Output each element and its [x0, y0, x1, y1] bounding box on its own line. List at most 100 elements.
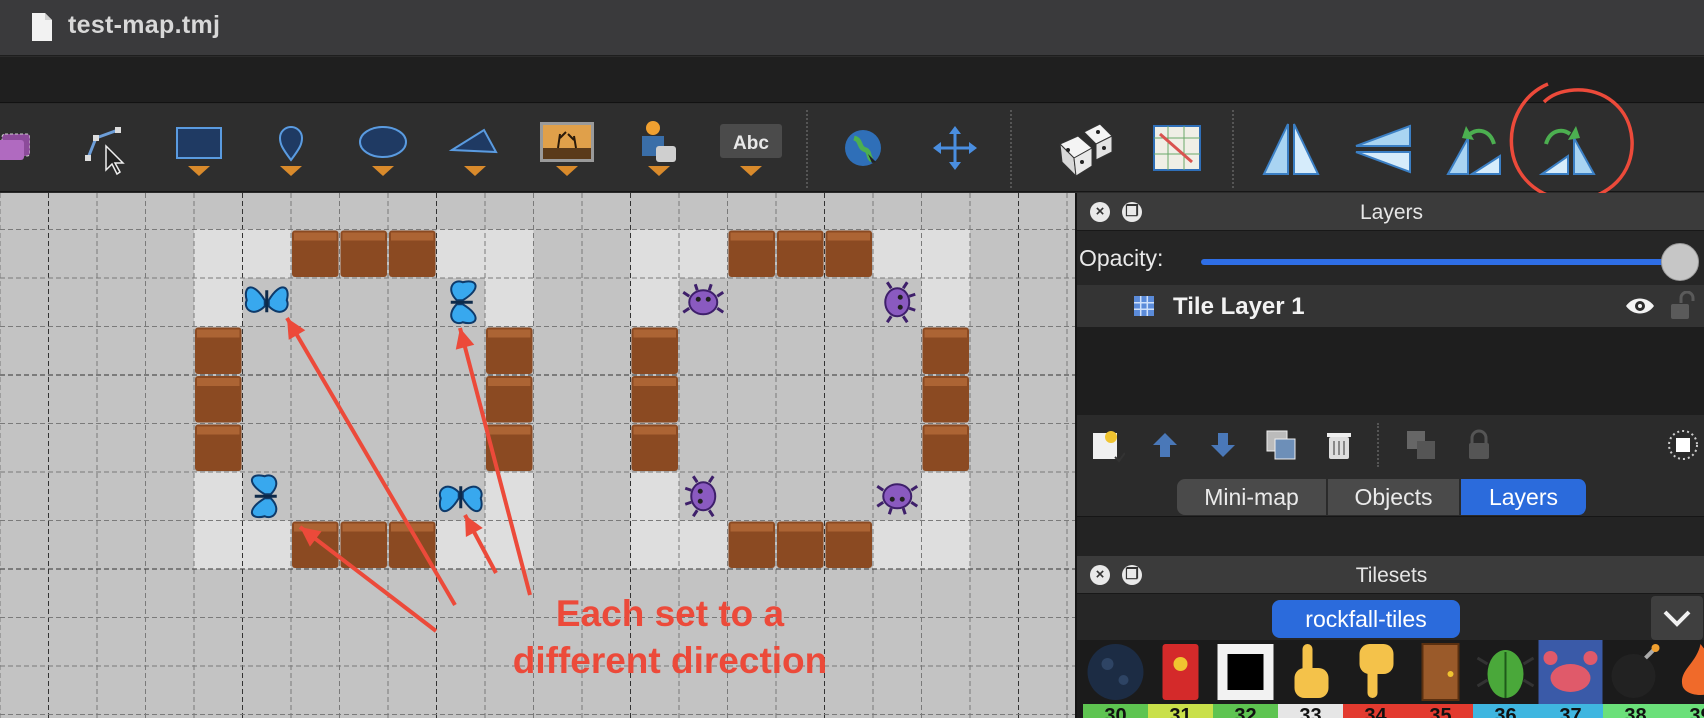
- world-tool[interactable]: [832, 118, 894, 180]
- tile-item[interactable]: 31: [1148, 640, 1213, 718]
- tile-item[interactable]: 38: [1603, 640, 1668, 718]
- insert-point-tool[interactable]: [260, 118, 322, 180]
- lower-layer-icon[interactable]: [1205, 427, 1241, 463]
- raise-layer-icon[interactable]: [1147, 427, 1183, 463]
- tile-id-label: 39: [1668, 704, 1704, 718]
- tab-objects[interactable]: Objects: [1328, 479, 1460, 515]
- beetle-tile-icon: [1476, 650, 1535, 698]
- tile-id-label: 35: [1408, 704, 1473, 718]
- floor-tile: [194, 472, 243, 521]
- crab-tile-icon: [1538, 640, 1603, 704]
- layer-row[interactable]: Tile Layer 1: [1077, 285, 1704, 327]
- insert-text-tool[interactable]: Abc: [720, 118, 782, 180]
- tile-id-label: 33: [1278, 704, 1343, 718]
- monster-sprite: [682, 283, 725, 316]
- pointing-down-hand-tile-icon: [1359, 644, 1394, 698]
- floor-tile: [630, 520, 679, 569]
- tile-item[interactable]: 34: [1343, 640, 1408, 718]
- tile-item[interactable]: 36: [1473, 640, 1538, 718]
- new-layer-icon[interactable]: [1089, 427, 1125, 463]
- insert-polygon-tool[interactable]: [444, 118, 506, 180]
- floor-tile: [921, 520, 970, 569]
- title-bar: test-map.tmj: [0, 0, 1704, 56]
- wall-tile-highlight: [197, 378, 240, 386]
- tile-item[interactable]: 33: [1278, 640, 1343, 718]
- chevron-down-icon: [1663, 610, 1691, 627]
- right-dock: × ❐ Layers Opacity: Tile Layer 1 Mini-ma…: [1075, 193, 1704, 718]
- move-arrows-icon: [933, 126, 977, 170]
- wall-tile-highlight: [342, 232, 385, 241]
- floor-tile: [679, 520, 728, 569]
- text-icon: Abc: [720, 124, 782, 176]
- image-tile-icon: [540, 122, 594, 176]
- insert-rectangle-tool[interactable]: [168, 118, 230, 180]
- tile-id-label: 30: [1083, 704, 1148, 718]
- wall-tile-highlight: [779, 523, 822, 532]
- wall-tile-highlight: [197, 329, 240, 338]
- duplicate-layer-icon[interactable]: [1263, 427, 1299, 463]
- tools-separator: [1377, 423, 1379, 467]
- tile-id-label: 34: [1343, 704, 1408, 718]
- opacity-slider-knob[interactable]: [1661, 243, 1699, 281]
- lock-layer-icon[interactable]: [1461, 427, 1497, 463]
- layers-panel-title: Layers: [1359, 201, 1424, 224]
- tileset-tab-rockfall-tiles[interactable]: rockfall-tiles: [1272, 600, 1460, 638]
- wall-tile-highlight: [779, 232, 822, 241]
- toolbar-separator: [806, 110, 808, 188]
- wall-tile-highlight: [633, 426, 676, 435]
- tile-id-label: 32: [1213, 704, 1278, 718]
- stamp-brush-tool[interactable]: [0, 118, 31, 180]
- offset-map-tool[interactable]: [924, 118, 986, 180]
- tab-layers[interactable]: Layers: [1461, 479, 1587, 515]
- floor-tile: [194, 520, 243, 569]
- layer-tools-bar: [1077, 415, 1704, 475]
- wall-tile-highlight: [488, 426, 531, 435]
- butterfly-sprite: [438, 485, 483, 512]
- tile-item[interactable]: 37: [1538, 640, 1603, 718]
- flip-horizontal-tool[interactable]: [1260, 118, 1322, 180]
- delete-layer-icon[interactable]: [1321, 427, 1357, 463]
- floor-tile: [436, 229, 485, 278]
- flip-horizontal-icon: [1262, 123, 1320, 175]
- edit-polygons-tool[interactable]: [76, 118, 138, 180]
- tileset-tiles[interactable]: 30313233343536373839: [1077, 640, 1704, 718]
- layer-name: Tile Layer 1: [1173, 293, 1305, 320]
- tile-item[interactable]: 32: [1213, 640, 1278, 718]
- red-envelope-tile-icon: [1162, 644, 1199, 700]
- edit-polygon-icon: [85, 127, 125, 176]
- tile-item[interactable]: 39: [1668, 640, 1704, 718]
- stamp-icon: [0, 133, 31, 160]
- rotate-left-tool[interactable]: [1444, 118, 1506, 180]
- floor-tile: [921, 472, 970, 521]
- layer-list: Tile Layer 1: [1077, 285, 1704, 415]
- wall-tile-highlight: [924, 329, 967, 338]
- monster-sprite: [684, 475, 717, 518]
- random-mode-tool[interactable]: [1054, 118, 1116, 180]
- rotate-right-icon: [1538, 126, 1596, 175]
- tile-id-label: 31: [1148, 704, 1213, 718]
- tile-item[interactable]: 30: [1083, 640, 1148, 718]
- tile-id-label: 36: [1473, 704, 1538, 718]
- monster-sprite: [884, 281, 916, 324]
- tilesets-panel-header: × ❐ Tilesets: [1077, 556, 1704, 594]
- panel-menu-icon[interactable]: [1665, 427, 1701, 463]
- merge-layer-icon[interactable]: [1403, 427, 1439, 463]
- black-square-tile-icon: [1217, 644, 1274, 700]
- tilesets-panel-title: Tilesets: [1355, 564, 1428, 587]
- tileset-dropdown-button[interactable]: [1651, 596, 1703, 640]
- wall-tile-highlight: [488, 378, 531, 386]
- insert-tile-tool[interactable]: [536, 118, 598, 180]
- fire-tile-icon: [1681, 644, 1704, 695]
- rotate-right-tool[interactable]: [1536, 118, 1598, 180]
- wall-tile-highlight: [342, 523, 385, 532]
- tile-item[interactable]: 35: [1408, 640, 1473, 718]
- wang-fill-mode-tool[interactable]: [1146, 118, 1208, 180]
- flip-vertical-tool[interactable]: [1352, 118, 1414, 180]
- opacity-slider-track[interactable]: [1201, 259, 1681, 265]
- visibility-eye-icon[interactable]: [1625, 295, 1655, 317]
- insert-ellipse-tool[interactable]: [352, 118, 414, 180]
- lock-icon[interactable]: [1669, 291, 1695, 321]
- tab-mini-map[interactable]: Mini-map: [1177, 479, 1327, 515]
- main-toolbar: Abc: [0, 104, 1704, 192]
- insert-template-tool[interactable]: [628, 118, 690, 180]
